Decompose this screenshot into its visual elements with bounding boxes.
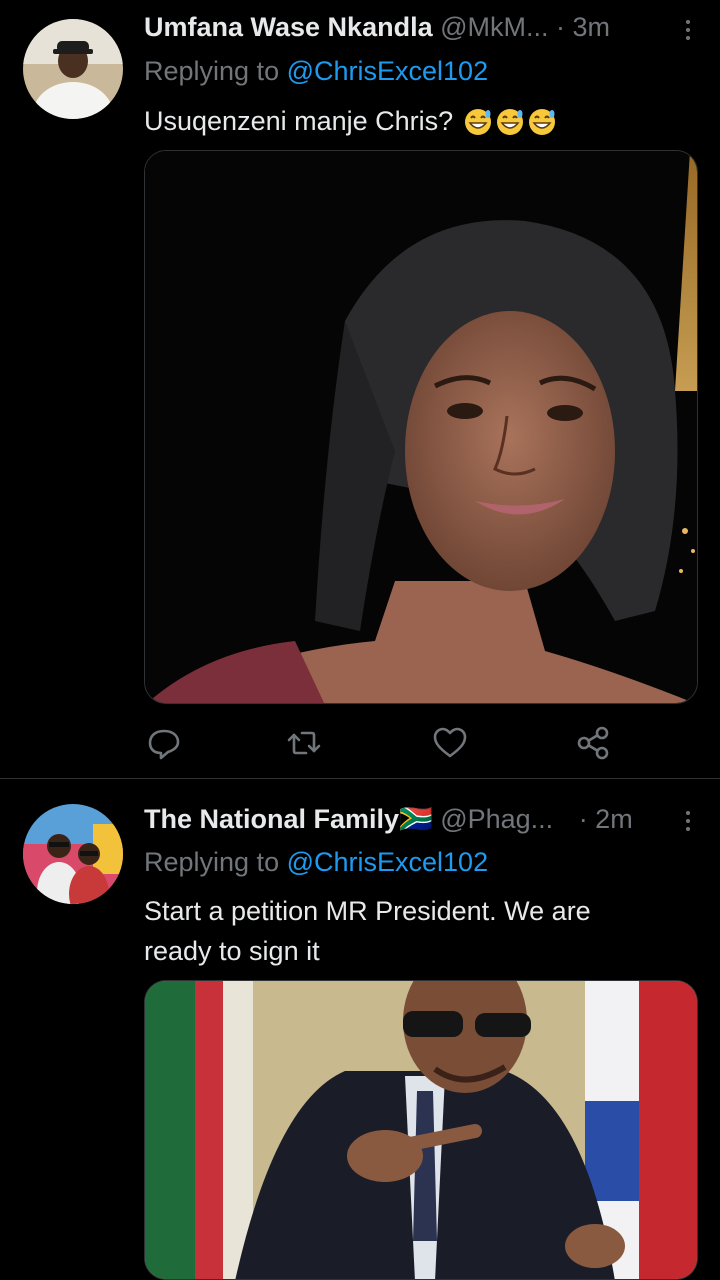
replying-to: Replying to @ChrisExcel102 [144, 56, 488, 87]
share-icon[interactable] [574, 723, 614, 763]
display-name[interactable]: Umfana Wase Nkandla [144, 12, 433, 42]
like-icon[interactable] [430, 723, 470, 763]
tweet-1[interactable]: Umfana Wase Nkandla @MkM... · 3m Replyin… [0, 0, 720, 778]
tweet-text-content: Usuqenzeni manje Chris? [144, 106, 454, 136]
retweet-icon[interactable] [284, 723, 324, 763]
tweet-text: Start a petition MR President. We are re… [144, 896, 591, 966]
tweet-actions [144, 723, 614, 763]
mention-link[interactable]: @ChrisExcel102 [287, 56, 489, 86]
avatar[interactable] [23, 19, 123, 119]
replying-to: Replying to @ChrisExcel102 [144, 847, 488, 878]
replying-prefix: Replying to [144, 847, 280, 877]
tweet-header: The National Family🇿🇦 @Phag... · 2m [144, 803, 700, 839]
grinning-sweat-emoji [496, 109, 523, 135]
username[interactable]: @MkM... [440, 12, 548, 42]
avatar[interactable] [23, 804, 123, 904]
tweet-photo[interactable] [144, 980, 698, 1280]
more-icon[interactable] [676, 12, 700, 48]
reply-icon[interactable] [144, 723, 184, 763]
mention-link[interactable]: @ChrisExcel102 [287, 847, 489, 877]
replying-prefix: Replying to [144, 56, 280, 86]
grinning-sweat-emoji [528, 109, 555, 135]
timestamp[interactable]: · 3m [556, 12, 610, 42]
tweet-photo[interactable] [144, 150, 698, 704]
tweet-header: Umfana Wase Nkandla @MkM... · 3m [144, 12, 700, 48]
display-name[interactable]: The National Family🇿🇦 [144, 804, 433, 834]
username[interactable]: @Phag... [440, 804, 553, 834]
tweet-text: Usuqenzeni manje Chris? [144, 101, 684, 141]
tweet-2[interactable]: The National Family🇿🇦 @Phag... · 2m Repl… [0, 779, 720, 1280]
grinning-sweat-emoji [464, 109, 491, 135]
timestamp[interactable]: · 2m [579, 804, 633, 834]
more-icon[interactable] [676, 803, 700, 839]
